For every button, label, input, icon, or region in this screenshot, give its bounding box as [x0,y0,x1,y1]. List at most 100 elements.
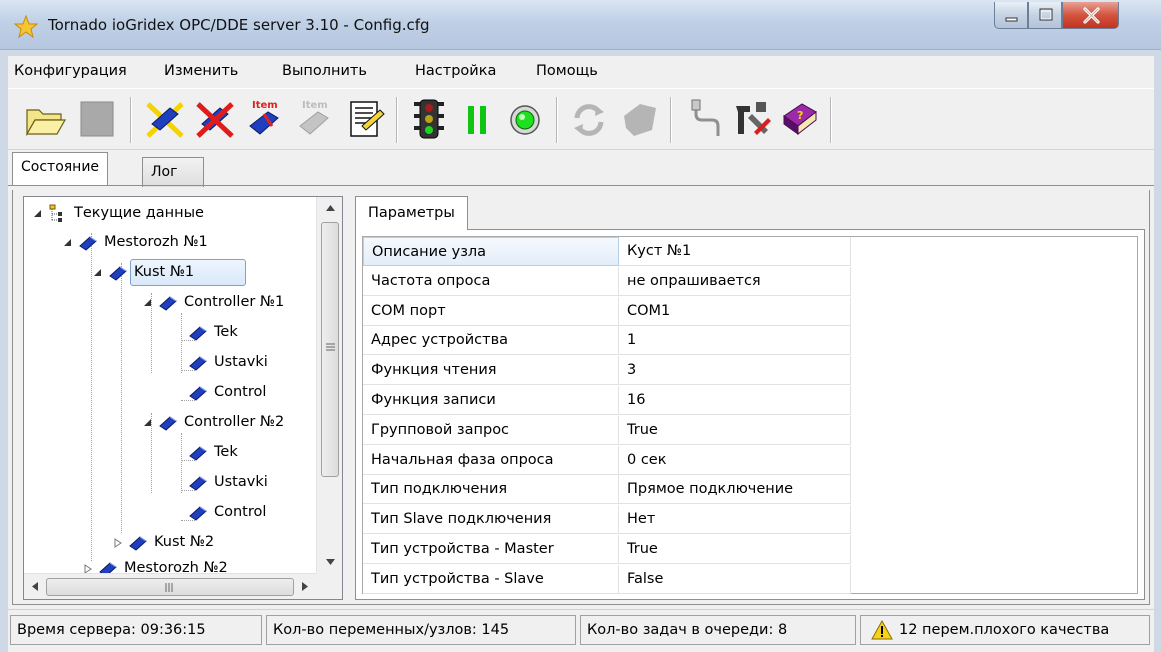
scroll-thumb[interactable] [46,578,294,596]
parameter-value[interactable]: Нет [619,505,851,535]
collapse-arrow-icon[interactable] [32,208,44,220]
parameter-name: COM порт [363,296,619,326]
parameter-name: Адрес устройства [363,326,619,356]
tab-log[interactable]: Лог [142,157,204,187]
parameter-name: Тип устройства - Master [363,535,619,564]
scroll-left-arrow-icon[interactable] [32,582,38,591]
menu-edit[interactable]: Изменить [164,63,238,79]
pause-icon[interactable] [454,96,500,142]
parameter-value[interactable]: Прямое подключение [619,475,851,505]
svg-text:Item: Item [252,100,278,111]
stop-icon[interactable] [74,96,120,142]
menu-run[interactable]: Выполнить [282,63,367,79]
help-book-icon[interactable]: ? [776,96,822,142]
tree-node-controller-2[interactable]: Controller №2 [24,411,316,435]
tree-node-control-2[interactable]: Control [24,501,304,525]
tree-node-control-1[interactable]: Control [24,381,304,405]
title-bar: Tornado ioGridex OPC/DDE server 3.10 - C… [0,0,1161,50]
tree-node-label: Tek [214,324,238,340]
minimize-button[interactable] [994,2,1028,29]
node-tree[interactable]: Текущие данные Mestorozh №1 Kust №1 Cont… [23,196,343,600]
tree-horizontal-scrollbar[interactable] [24,573,316,599]
add-node-icon[interactable] [142,96,188,142]
tree-node-kust-2[interactable]: Kust №2 [24,531,304,555]
collapse-arrow-icon[interactable] [92,267,104,279]
delete-node-icon[interactable] [192,96,238,142]
tree-vertical-scrollbar[interactable] [316,197,342,573]
parameter-row[interactable]: Тип Slave подключения Нет [363,505,851,535]
parameter-row[interactable]: Функция чтения 3 [363,356,851,386]
tab-strip-line [8,185,1154,186]
tree-node-tek-1[interactable]: Tek [24,321,304,345]
parameter-name: Начальная фаза опроса [363,445,619,475]
parameter-value[interactable]: Куст №1 [619,237,851,266]
menu-bar: Конфигурация Изменить Выполнить Настройк… [8,56,1154,88]
menu-settings[interactable]: Настройка [415,63,496,79]
parameters-grid[interactable]: Описание узла Куст №1 Частота опроса не опр… [362,236,1138,594]
node-diamond-icon [189,446,207,461]
parameter-name: Частота опроса [363,266,619,296]
parameter-value[interactable]: 3 [619,356,851,386]
parameter-row[interactable]: Начальная фаза опроса 0 сек [363,445,851,475]
scroll-thumb[interactable] [321,222,339,477]
tools-icon[interactable] [728,96,774,142]
scroll-corner [316,573,342,599]
properties-icon[interactable] [342,96,388,142]
maximize-button[interactable] [1028,2,1062,29]
parameter-row[interactable]: COM порт COM1 [363,296,851,326]
tree-node-root[interactable]: Текущие данные [24,202,304,226]
tree-node-label: Controller №2 [184,414,285,430]
menu-help[interactable]: Помощь [536,63,598,79]
connector-icon[interactable] [680,96,726,142]
scroll-right-arrow-icon[interactable] [302,582,308,591]
parameter-value[interactable]: True [619,415,851,445]
tree-node-label: Kust №2 [154,534,215,550]
collapse-arrow-icon[interactable] [142,417,154,429]
parameter-value[interactable]: False [619,564,851,594]
parameter-value[interactable]: COM1 [619,296,851,326]
parameter-value[interactable]: не опрашивается [619,266,851,296]
tree-node-controller-1[interactable]: Controller №1 [24,291,316,315]
open-folder-icon[interactable] [22,96,68,142]
refresh-icon[interactable] [566,96,612,142]
collapse-arrow-icon[interactable] [142,297,154,309]
tree-node-kust-1[interactable]: Kust №1 [24,261,304,285]
tree-node-mestorozh-1[interactable]: Mestorozh №1 [24,231,304,255]
parameter-row[interactable]: Частота опроса не опрашивается [363,266,851,296]
add-item-icon[interactable]: Item [242,96,288,142]
shape-icon[interactable] [616,96,662,142]
close-button[interactable] [1062,2,1119,29]
parameters-body: Описание узла Куст №1 Частота опроса не опр… [355,229,1145,600]
parameter-value[interactable]: 0 сек [619,445,851,475]
parameter-row[interactable]: Функция записи 16 [363,386,851,415]
parameter-row[interactable]: Тип устройства - Master True [363,535,851,564]
node-diamond-icon [159,296,177,311]
parameter-row[interactable]: Тип устройства - Slave False [363,564,851,594]
parameter-value[interactable]: 16 [619,386,851,415]
scroll-down-arrow-icon[interactable] [326,559,335,565]
scroll-up-arrow-icon[interactable] [326,205,335,211]
svg-text:?: ? [797,109,803,122]
status-queue: Кол-во задач в очереди: 8 [580,615,856,645]
tree-node-label: Controller №1 [184,294,285,310]
remove-item-icon[interactable]: Item [292,96,338,142]
parameter-value[interactable]: True [619,535,851,564]
tree-node-ustavki-2[interactable]: Ustavki [24,471,304,495]
parameter-row[interactable]: Тип подключения Прямое подключение [363,475,851,505]
collapse-arrow-icon[interactable] [62,237,74,249]
expand-arrow-icon[interactable] [112,537,124,549]
tab-parameters[interactable]: Параметры [355,196,468,230]
node-diamond-icon [189,506,207,521]
tree-node-label: Control [214,384,267,400]
traffic-light-icon[interactable] [406,96,452,142]
tree-node-ustavki-1[interactable]: Ustavki [24,351,304,375]
parameter-value[interactable]: 1 [619,326,851,356]
parameter-row[interactable]: Групповой запрос True [363,415,851,445]
menu-configuration[interactable]: Конфигурация [14,63,127,79]
tab-status[interactable]: Состояние [12,152,109,185]
record-icon[interactable] [502,96,548,142]
tree-node-tek-2[interactable]: Tek [24,441,304,465]
main-tabs: Состояние Лог [8,152,1154,188]
parameter-row[interactable]: Описание узла Куст №1 [363,237,851,266]
parameter-row[interactable]: Адрес устройства 1 [363,326,851,356]
